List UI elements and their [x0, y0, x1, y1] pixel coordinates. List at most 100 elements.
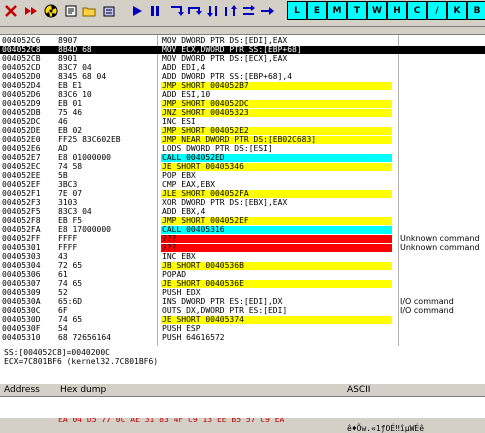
- toolbar-handles-button[interactable]: H: [387, 1, 407, 20]
- disasm-instruction: CMP EAX,EBX: [162, 180, 215, 189]
- disasm-row[interactable]: 00405309 52 PUSH EDX: [0, 289, 485, 297]
- disasm-row[interactable]: 00405303 43 INC EBX: [0, 253, 485, 261]
- disasm-row[interactable]: 004052CD 83C7 04 ADD EDI,4: [0, 64, 485, 72]
- toolbar-memory-button[interactable]: M: [327, 1, 347, 20]
- disasm-row[interactable]: 0040530D 74 65 JE SHORT 00405374: [0, 316, 485, 324]
- disasm-row[interactable]: 00405304 72 65 JB SHORT 0040536B: [0, 262, 485, 270]
- trace-into-icon[interactable]: [204, 2, 222, 20]
- disasm-instruction: JB SHORT 0040536B: [161, 262, 392, 270]
- disassembly-pane[interactable]: 004052C6 8907 MOV DWORD PTR DS:[EDI],EAX 00…: [0, 34, 485, 348]
- disasm-row[interactable]: 0040530C 6F OUTS DX,DWORD PTR ES:[EDI] I/O …: [0, 307, 485, 315]
- disasm-row[interactable]: 004052E6 AD LODS DWORD PTR DS:[ESI]: [0, 145, 485, 153]
- disasm-row[interactable]: 004052DB 75 46 JNZ SHORT 00405323: [0, 109, 485, 117]
- disasm-row[interactable]: 004052D9 EB 01 JMP SHORT 004052DC: [0, 100, 485, 108]
- disasm-row[interactable]: 004052EC 74 58 JE SHORT 00405346: [0, 163, 485, 171]
- disasm-row[interactable]: 004052D6 83C6 10 ADD ESI,10: [0, 91, 485, 99]
- step-over-icon[interactable]: [186, 2, 204, 20]
- disasm-instruction: MOV ECX,DWORD PTR SS:[EBP+68]: [162, 45, 302, 54]
- disasm-hex: 8901: [58, 54, 78, 63]
- dump-ascii-header[interactable]: ASCII: [347, 385, 370, 395]
- disasm-row[interactable]: 004052E7 E8 01000000 CALL 004052ED: [0, 154, 485, 162]
- disasm-row[interactable]: 004052F3 3103 XOR DWORD PTR DS:[EBX],EAX: [0, 199, 485, 207]
- execute-till-return-icon[interactable]: [240, 2, 258, 20]
- toolbar-threads-button[interactable]: T: [347, 1, 367, 20]
- disasm-instruction: POPAD: [162, 270, 187, 279]
- script-icon[interactable]: [62, 2, 80, 20]
- folder-icon[interactable]: [80, 2, 98, 20]
- disasm-hex: 72 65: [58, 261, 83, 270]
- disasm-row[interactable]: 00405307 74 65 JE SHORT 0040536E: [0, 280, 485, 288]
- disasm-address: 004052E0: [2, 135, 41, 144]
- disasm-row[interactable]: 004052C8 8B4D 68 MOV ECX,DWORD PTR SS:[EBP…: [0, 46, 485, 54]
- disasm-row[interactable]: 004052D4 EB E1 JMP SHORT 004052B7: [0, 82, 485, 90]
- info-pane: SS:[004052C8]=0040200C ECX=7C801BF6 (ker…: [0, 346, 485, 385]
- disasm-address: 004052D0: [2, 72, 41, 81]
- disasm-row[interactable]: 004052FF FFFF??? Unknown command: [0, 235, 485, 243]
- toolbar-cpu-button[interactable]: C: [407, 1, 427, 20]
- disasm-row[interactable]: 004052D0 8345 68 04 ADD DWORD PTR SS:[EBP+…: [0, 73, 485, 81]
- disasm-address: 004052F8: [2, 216, 41, 225]
- disasm-address: 004052EF: [2, 180, 41, 189]
- disasm-address: 00405306: [2, 270, 41, 279]
- disasm-address: 004052C6: [2, 36, 41, 45]
- go-to-icon[interactable]: [258, 2, 276, 20]
- trace-over-icon[interactable]: [222, 2, 240, 20]
- disasm-row[interactable]: 004052FA E8 17000000 CALL 00405316: [0, 226, 485, 234]
- toolbar-log-button[interactable]: L: [287, 1, 307, 20]
- settings-icon[interactable]: [100, 2, 118, 20]
- disasm-hex: EB E1: [58, 81, 83, 90]
- disasm-hex: 43: [58, 252, 68, 261]
- dump-pane[interactable]: [0, 406, 485, 418]
- disasm-address: 0040530D: [2, 315, 41, 324]
- disasm-instruction: JMP SHORT 004052B7: [161, 82, 392, 90]
- close-icon[interactable]: [2, 2, 20, 20]
- disasm-row[interactable]: 00405301 FFFF??? Unknown command: [0, 244, 485, 252]
- radiation-icon[interactable]: [42, 2, 60, 20]
- disasm-hex: 65:6D: [58, 297, 83, 306]
- step-into-icon[interactable]: [168, 2, 186, 20]
- run-icon[interactable]: [128, 2, 146, 20]
- disasm-hex: E8 01000000: [58, 153, 111, 162]
- disasm-instruction: JMP SHORT 004052EF: [161, 217, 392, 225]
- disasm-row[interactable]: 004052CB 8901 MOV DWORD PTR DS:[ECX],EAX: [0, 55, 485, 63]
- disasm-instruction: JE SHORT 00405346: [161, 163, 392, 171]
- disasm-instruction: JMP NEAR DWORD PTR DS:[EB02C683]: [161, 136, 392, 144]
- disasm-row[interactable]: 004052EE 5B POP EBX: [0, 172, 485, 180]
- disasm-instruction: MOV DWORD PTR DS:[ECX],EAX: [162, 54, 288, 63]
- disasm-row[interactable]: 004052C6 8907 MOV DWORD PTR DS:[EDI],EAX: [0, 37, 485, 45]
- disasm-hex: 3BC3: [58, 180, 78, 189]
- disasm-address: 004052C8: [2, 45, 41, 54]
- disasm-comment: I/O command: [400, 297, 454, 306]
- toolbar-modules-button[interactable]: E: [307, 1, 327, 20]
- disasm-instruction: ADD EBX,4: [162, 207, 206, 216]
- restart-icon[interactable]: [22, 2, 40, 20]
- disasm-hex: 8345 68 04: [58, 72, 107, 81]
- disasm-row[interactable]: 004052E0 FF25 83C602EB JMP NEAR DWORD PTR …: [0, 136, 485, 144]
- disasm-row[interactable]: 0040530A 65:6D INS DWORD PTR ES:[EDI],DX I/…: [0, 298, 485, 306]
- disasm-hex: AD: [58, 144, 68, 153]
- toolbar-breakpoints-button[interactable]: B: [467, 1, 485, 20]
- disasm-instruction: ADD EDI,4: [162, 63, 206, 72]
- dump-address-header[interactable]: Address: [4, 385, 40, 395]
- dump-hex-header[interactable]: Hex dump: [60, 385, 106, 395]
- toolbar-windows-button[interactable]: W: [367, 1, 387, 20]
- toolbar-call-stack-button[interactable]: K: [447, 1, 467, 20]
- disasm-address: 0040530A: [2, 297, 41, 306]
- disasm-row[interactable]: 00405310 68 72656164 PUSH 64616572: [0, 334, 485, 342]
- disasm-row[interactable]: 00405306 61 POPAD: [0, 271, 485, 279]
- toolbar-patches-button[interactable]: /: [427, 1, 447, 20]
- dump-row[interactable]: 00402068 EA 04 D5 77 0C AE 31 83 4F C9 1…: [0, 397, 485, 433]
- pause-icon[interactable]: [146, 2, 164, 20]
- disasm-address: 004052FA: [2, 225, 41, 234]
- disasm-instruction: ADD DWORD PTR SS:[EBP+68],4: [162, 72, 293, 81]
- disasm-row[interactable]: 004052DE EB 02 JMP SHORT 004052E2: [0, 127, 485, 135]
- disasm-row[interactable]: 004052F1 7E 07 JLE SHORT 004052FA: [0, 190, 485, 198]
- disasm-instruction: PUSH EDX: [162, 288, 201, 297]
- disasm-row[interactable]: 0040530F 54 PUSH ESP: [0, 325, 485, 333]
- disasm-row[interactable]: 004052EF 3BC3 CMP EAX,EBX: [0, 181, 485, 189]
- disasm-hex: 75 46: [58, 108, 83, 117]
- disasm-row[interactable]: 004052F5 83C3 04 ADD EBX,4: [0, 208, 485, 216]
- disasm-row[interactable]: 004052DC 46 INC ESI: [0, 118, 485, 126]
- disasm-hex: 3103: [58, 198, 78, 207]
- disasm-row[interactable]: 004052F8 EB F5 JMP SHORT 004052EF: [0, 217, 485, 225]
